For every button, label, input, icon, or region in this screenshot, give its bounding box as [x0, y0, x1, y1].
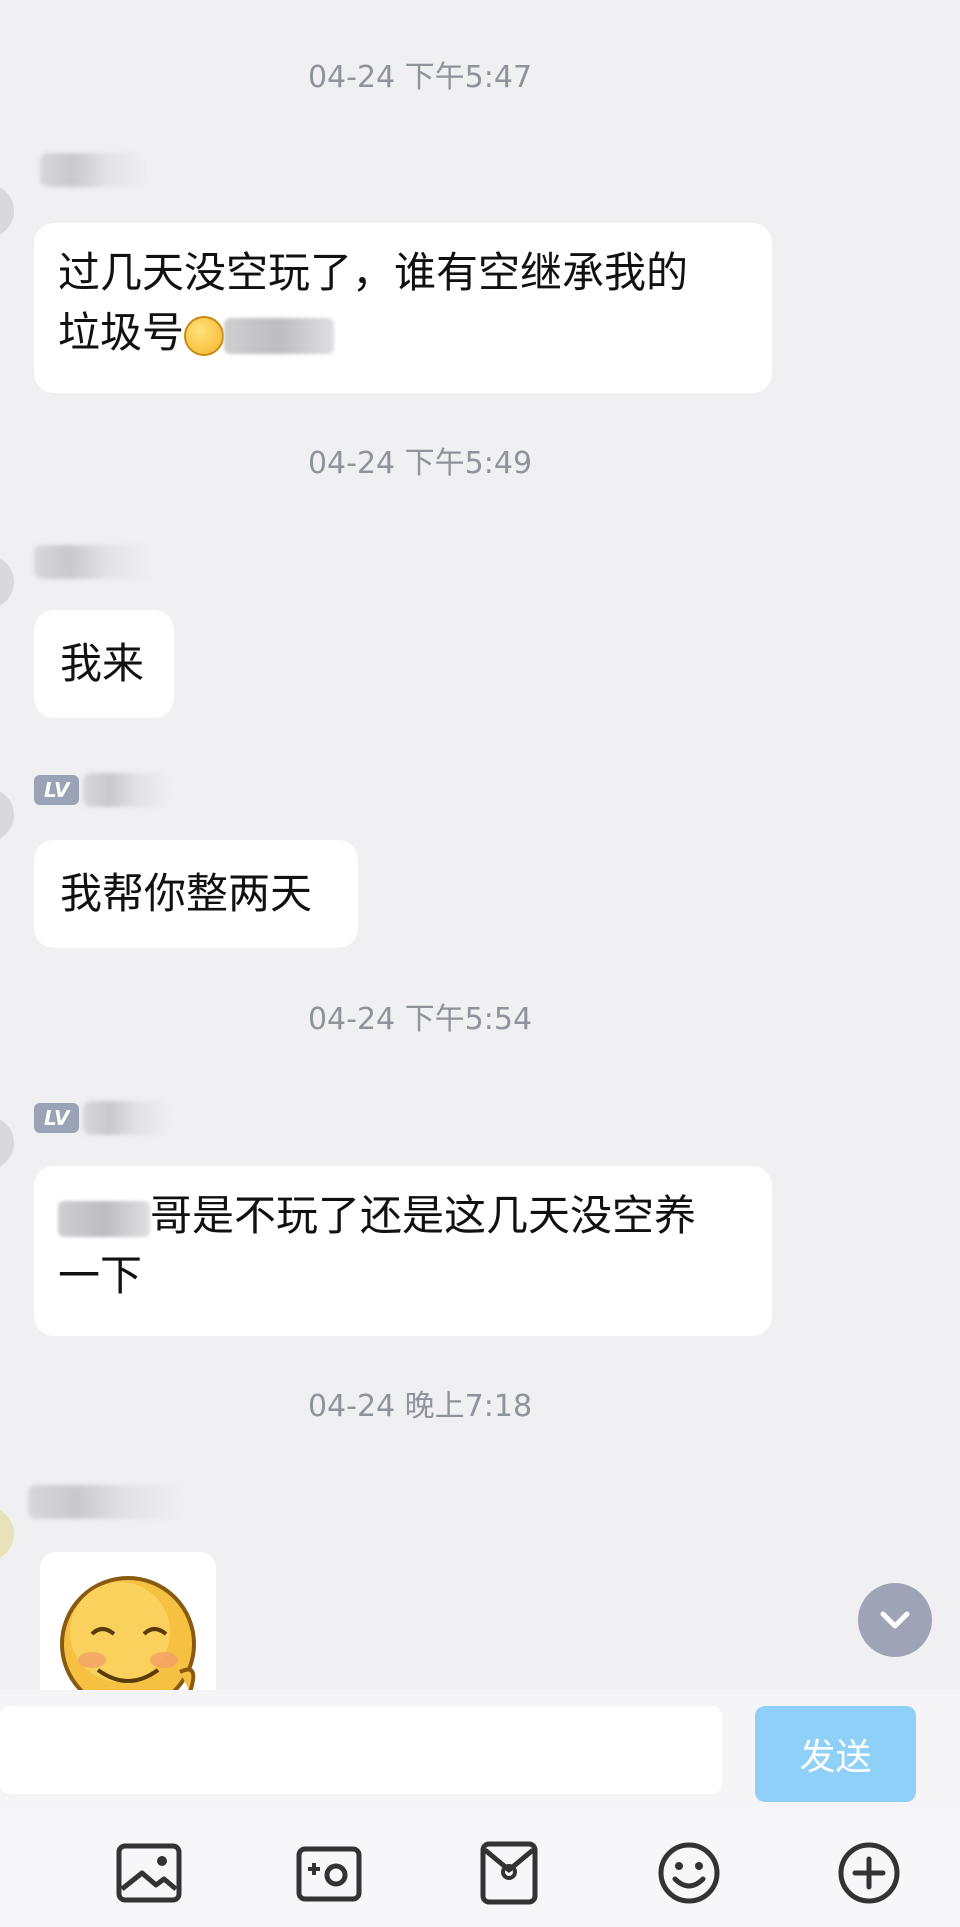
message-text-line: 垃圾号: [58, 303, 748, 363]
message-input[interactable]: [0, 1706, 722, 1794]
image-icon: [116, 1843, 182, 1903]
message-list[interactable]: 04-24 下午5:47 过几天没空玩了，谁有空继承我的 垃圾号 04-24 下…: [0, 0, 960, 1690]
send-button[interactable]: 发送: [755, 1706, 916, 1802]
message-bubble[interactable]: 我帮你整两天: [34, 840, 358, 948]
sticker-message[interactable]: [40, 1552, 216, 1690]
message-text-line: 哥是不玩了还是这几天没空养: [58, 1186, 748, 1246]
blurred-name: [83, 1101, 174, 1135]
message-bubble[interactable]: 过几天没空玩了，谁有空继承我的 垃圾号: [34, 223, 772, 393]
avatar[interactable]: [0, 788, 14, 842]
scroll-to-bottom-button[interactable]: [858, 1583, 932, 1657]
smirk-face-sticker-icon: [60, 1576, 196, 1690]
chevron-down-icon: [880, 1611, 910, 1629]
message-text-line: 一下: [58, 1251, 143, 1300]
composer-bar: 发送: [0, 1690, 960, 1808]
sender-name[interactable]: [34, 544, 154, 580]
plus-icon: [838, 1842, 900, 1904]
sender-name[interactable]: LV: [34, 1100, 174, 1136]
red-packet-icon: [480, 1841, 538, 1905]
timestamp: 04-24 下午5:49: [307, 446, 533, 481]
avatar[interactable]: [0, 1116, 14, 1170]
red-packet-button[interactable]: [474, 1838, 544, 1908]
timestamp: 04-24 晚上7:18: [307, 1389, 533, 1424]
blurred-text: [224, 317, 335, 354]
sender-name[interactable]: [40, 152, 150, 188]
message-text-line: 过几天没空玩了，谁有空继承我的: [58, 248, 689, 297]
timestamp: 04-24 下午5:47: [307, 60, 533, 95]
blurred-name: [34, 545, 154, 579]
chat-screen: 04-24 下午5:47 过几天没空玩了，谁有空继承我的 垃圾号 04-24 下…: [0, 0, 960, 1927]
avatar[interactable]: [0, 555, 14, 609]
sender-name[interactable]: [28, 1484, 188, 1520]
avatar[interactable]: [0, 184, 14, 238]
message-text: 我帮你整两天: [60, 869, 313, 918]
blurred-text: [58, 1200, 150, 1237]
avatar[interactable]: [0, 1507, 14, 1561]
emoji-button[interactable]: [654, 1838, 724, 1908]
message-text: 垃圾号: [58, 308, 185, 357]
camera-button[interactable]: [294, 1838, 364, 1908]
timestamp: 04-24 下午5:54: [307, 1002, 533, 1037]
sender-name[interactable]: LV: [34, 772, 174, 808]
composer-toolbar: [0, 1808, 960, 1927]
blurred-name: [28, 1485, 188, 1519]
more-options-button[interactable]: [834, 1838, 904, 1908]
message-text: 我来: [60, 639, 145, 688]
grin-emoji-icon: [184, 315, 225, 356]
message-text: 哥是不玩了还是这几天没空养: [150, 1191, 697, 1240]
emoji-icon: [658, 1842, 720, 1904]
level-badge: LV: [34, 775, 80, 805]
message-bubble[interactable]: 哥是不玩了还是这几天没空养 一下: [34, 1166, 772, 1336]
image-button[interactable]: [114, 1838, 184, 1908]
camera-icon: [296, 1846, 362, 1902]
blurred-name: [83, 773, 174, 807]
blurred-name: [40, 153, 150, 187]
level-badge: LV: [34, 1103, 80, 1133]
message-bubble[interactable]: 我来: [34, 610, 174, 718]
